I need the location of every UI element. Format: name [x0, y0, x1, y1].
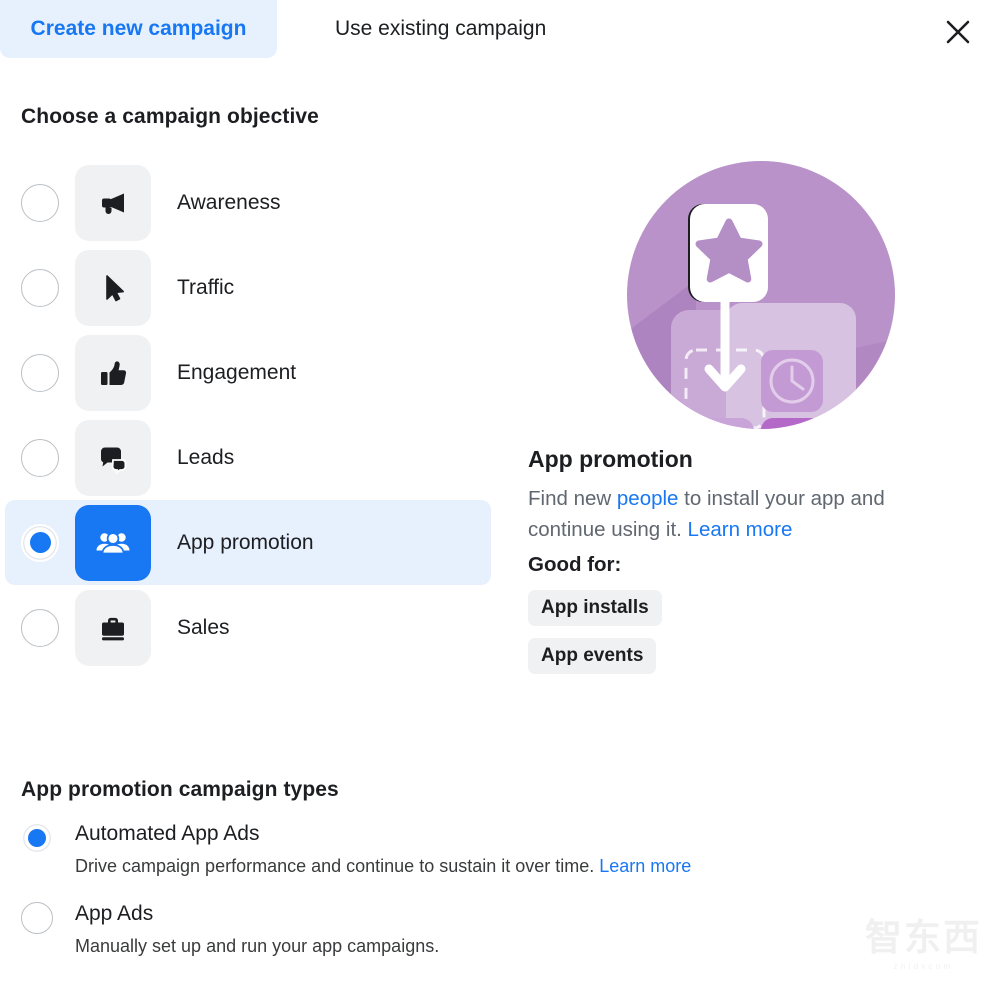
watermark: 智东西 zhidxcom — [865, 919, 982, 971]
objective-radio-leads[interactable] — [21, 438, 59, 477]
objective-radio-app-promotion[interactable] — [21, 523, 59, 562]
objective-section-title: Choose a campaign objective — [21, 105, 319, 128]
objective-label-leads: Leads — [177, 445, 235, 469]
objective-label-awareness: Awareness — [177, 190, 281, 214]
objective-row-awareness[interactable]: Awareness — [5, 160, 491, 245]
campaign-type-radio-automated-app-ads[interactable] — [21, 822, 53, 854]
chat-bubbles-icon — [100, 447, 127, 475]
campaign-objective-dialog: Create new campaign Use existing campaig… — [0, 0, 1000, 985]
objective-radio-awareness[interactable] — [21, 183, 59, 222]
detail-title: App promotion — [528, 446, 693, 472]
tab-use-existing-campaign[interactable]: Use existing campaign — [313, 0, 568, 58]
briefcase-icon — [102, 617, 124, 640]
app-promotion-illustration — [626, 160, 896, 430]
campaign-type-name-app-ads: App Ads — [75, 902, 154, 925]
objective-row-traffic[interactable]: Traffic — [5, 245, 491, 330]
objective-icon-tile-traffic — [75, 249, 151, 326]
cursor-icon — [106, 274, 124, 301]
detail-desc-highlight[interactable]: people — [617, 487, 679, 510]
good-for-chips: App installs App events — [528, 590, 968, 686]
campaign-type-desc-automated-app-ads: Drive campaign performance and continue … — [75, 854, 691, 878]
objective-label-app-promotion: App promotion — [177, 530, 314, 554]
objective-list: Awareness Traffic Engagement Leads App p… — [5, 160, 491, 670]
people-icon — [96, 531, 130, 554]
campaign-type-learn-more-link-automated[interactable]: Learn more — [599, 856, 691, 876]
objective-icon-tile-engagement — [75, 334, 151, 411]
objective-row-leads[interactable]: Leads — [5, 415, 491, 500]
tab-use-existing-campaign-label: Use existing campaign — [335, 17, 547, 40]
campaign-type-desc-text-automated: Drive campaign performance and continue … — [75, 856, 600, 876]
tab-create-new-campaign[interactable]: Create new campaign — [0, 0, 277, 58]
objective-row-engagement[interactable]: Engagement — [5, 330, 491, 415]
objective-row-app-promotion[interactable]: App promotion — [5, 500, 491, 585]
objective-icon-tile-awareness — [75, 164, 151, 241]
objective-label-engagement: Engagement — [177, 360, 297, 384]
objective-radio-traffic[interactable] — [21, 268, 59, 307]
objective-label-traffic: Traffic — [177, 275, 235, 299]
megaphone-icon — [102, 193, 124, 214]
close-button[interactable] — [938, 12, 978, 52]
objective-icon-tile-sales — [75, 589, 151, 666]
thumbs-up-icon — [101, 360, 127, 385]
campaign-types-list: Automated App Ads Drive campaign perform… — [21, 820, 821, 980]
objective-icon-tile-app-promotion — [75, 504, 151, 581]
objective-label-sales: Sales — [177, 615, 230, 639]
campaign-type-text-app-ads: App Ads Manually set up and run your app… — [75, 900, 439, 958]
campaign-types-title: App promotion campaign types — [21, 778, 339, 801]
chip-app-events: App events — [528, 638, 657, 674]
objective-radio-engagement[interactable] — [21, 353, 59, 392]
campaign-type-row-automated-app-ads[interactable]: Automated App Ads Drive campaign perform… — [21, 820, 821, 878]
tab-create-new-campaign-label: Create new campaign — [30, 17, 247, 40]
objective-row-sales[interactable]: Sales — [5, 585, 491, 670]
close-icon — [946, 20, 970, 44]
chip-row-app-installs: App installs — [528, 590, 968, 638]
campaign-type-desc-app-ads: Manually set up and run your app campaig… — [75, 936, 440, 956]
watermark-sub-text: zhidxcom — [893, 961, 954, 971]
campaign-type-row-app-ads[interactable]: App Ads Manually set up and run your app… — [21, 900, 821, 958]
chip-app-installs: App installs — [528, 590, 662, 626]
detail-description: Find new people to install your app and … — [528, 483, 948, 545]
watermark-main-text: 智东西 — [865, 917, 982, 958]
campaign-type-radio-app-ads[interactable] — [21, 902, 53, 934]
good-for-label: Good for: — [528, 553, 622, 576]
objective-detail-panel: App promotion Find new people to install… — [528, 160, 968, 686]
objective-radio-sales[interactable] — [21, 608, 59, 647]
campaign-type-text-automated-app-ads: Automated App Ads Drive campaign perform… — [75, 820, 691, 878]
dialog-tabbar: Create new campaign Use existing campaig… — [0, 0, 1000, 58]
detail-desc-part1: Find new — [528, 487, 617, 510]
campaign-type-name-automated-app-ads: Automated App Ads — [75, 822, 260, 845]
chip-row-app-events: App events — [528, 638, 968, 686]
objective-icon-tile-leads — [75, 419, 151, 496]
detail-learn-more-link[interactable]: Learn more — [688, 518, 793, 541]
app-promotion-illustration-svg — [627, 161, 895, 429]
